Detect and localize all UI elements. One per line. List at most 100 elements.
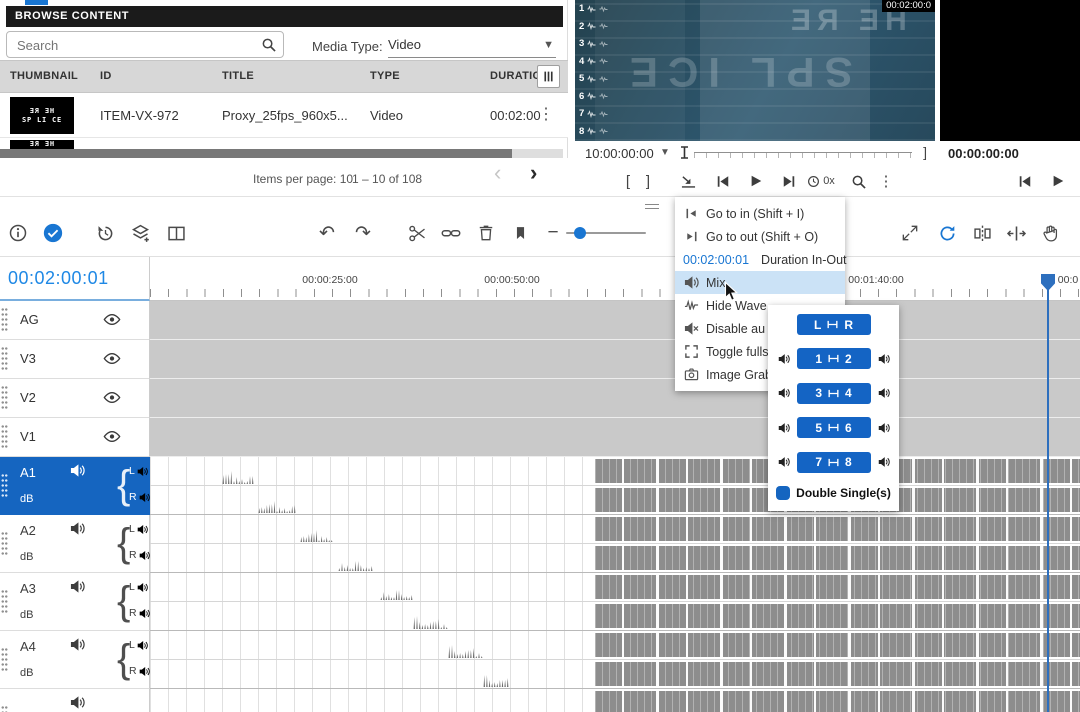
track-header-A1[interactable]: A1dB{ L R xyxy=(0,457,150,515)
track-drag-handle[interactable] xyxy=(1,385,8,411)
previous-frame-button[interactable] xyxy=(711,169,735,193)
track-header-partial[interactable] xyxy=(0,689,150,712)
history-icon[interactable] xyxy=(92,220,118,246)
speaker-icon[interactable] xyxy=(139,608,150,619)
audio-sublane[interactable] xyxy=(150,573,1080,602)
speaker-icon[interactable] xyxy=(878,387,890,399)
horizontal-scrollbar[interactable] xyxy=(0,149,563,158)
undo-icon[interactable]: ↶ xyxy=(314,220,340,246)
more-options-button[interactable]: ⋮ xyxy=(874,169,898,193)
speaker-icon[interactable] xyxy=(139,550,150,561)
eye-icon[interactable] xyxy=(103,391,121,404)
menu-item-go-to-in[interactable]: Go to in (Shift + I) xyxy=(675,202,845,225)
scrub-bar[interactable]: ] xyxy=(680,144,927,162)
play-button[interactable] xyxy=(744,169,768,193)
play-button[interactable] xyxy=(1046,169,1070,193)
speaker-icon[interactable] xyxy=(778,387,790,399)
mark-out-button[interactable]: ] xyxy=(636,169,660,193)
speaker-icon[interactable] xyxy=(137,524,148,535)
speaker-icon[interactable] xyxy=(70,579,85,594)
previous-frame-button[interactable] xyxy=(1013,169,1037,193)
add-layers-icon[interactable] xyxy=(127,220,153,246)
track-lane-A1[interactable] xyxy=(150,457,1080,515)
mix-pair-button-7-8[interactable]: 7 8 xyxy=(797,452,871,473)
track-header-AG[interactable]: AG xyxy=(0,301,150,340)
audio-sublane[interactable] xyxy=(150,631,1080,660)
speaker-icon[interactable] xyxy=(70,463,85,478)
eye-icon[interactable] xyxy=(103,313,121,326)
thumbnail-partial[interactable]: HE RE xyxy=(10,140,74,149)
track-lane-V3[interactable] xyxy=(150,340,1080,379)
col-type[interactable]: TYPE xyxy=(370,61,400,92)
marker-icon[interactable] xyxy=(507,220,533,246)
track-drag-handle[interactable] xyxy=(1,424,8,450)
audio-clip-blocks[interactable] xyxy=(595,633,1080,657)
track-drag-handle[interactable] xyxy=(1,346,8,372)
track-lane-partial[interactable] xyxy=(150,689,1080,712)
media-type-select[interactable]: Video ▼ xyxy=(388,33,556,58)
track-lane-A2[interactable] xyxy=(150,515,1080,573)
track-lane-A3[interactable] xyxy=(150,573,1080,631)
track-lane-V2[interactable] xyxy=(150,379,1080,418)
double-singles-option[interactable]: Double Single(s) xyxy=(776,486,891,500)
pan-hand-icon[interactable] xyxy=(1037,220,1063,246)
speaker-icon[interactable] xyxy=(778,353,790,365)
speaker-icon[interactable] xyxy=(139,492,150,503)
zoom-out-icon[interactable]: − xyxy=(540,220,566,246)
speaker-icon[interactable] xyxy=(778,456,790,468)
speaker-icon[interactable] xyxy=(70,695,85,710)
track-header-V1[interactable]: V1 xyxy=(0,418,150,457)
audio-clip-blocks[interactable] xyxy=(595,517,1080,541)
audio-clip-blocks[interactable] xyxy=(595,691,1080,712)
audio-clip-blocks[interactable] xyxy=(595,662,1080,686)
mix-pair-button-1-2[interactable]: 1 2 xyxy=(797,348,871,369)
insert-clip-button[interactable] xyxy=(676,169,700,193)
track-header-A3[interactable]: A3dB{ L R xyxy=(0,573,150,631)
expand-icon[interactable] xyxy=(897,220,923,246)
trim-icon[interactable] xyxy=(1003,220,1029,246)
speaker-icon[interactable] xyxy=(137,640,148,651)
cut-icon[interactable] xyxy=(404,220,430,246)
mix-pair-button-L-R[interactable]: L R xyxy=(797,314,871,335)
track-drag-handle[interactable] xyxy=(1,705,8,712)
track-header-V3[interactable]: V3 xyxy=(0,340,150,379)
search-icon[interactable] xyxy=(261,37,276,52)
split-view-icon[interactable] xyxy=(163,220,189,246)
audio-sublane[interactable] xyxy=(150,660,1080,688)
track-drag-handle[interactable] xyxy=(1,647,8,673)
record-timecode[interactable]: 00:00:00:00 xyxy=(948,146,1019,161)
zoom-slider[interactable] xyxy=(566,232,646,234)
loop-icon[interactable] xyxy=(934,220,960,246)
audio-sublane[interactable] xyxy=(150,486,1080,514)
chevron-down-icon[interactable]: ▼ xyxy=(660,147,670,158)
source-video-viewport[interactable]: 1 2 3 4 5 6 7 xyxy=(575,0,935,141)
info-icon[interactable] xyxy=(5,220,31,246)
next-page-button[interactable]: › xyxy=(530,160,537,186)
speaker-icon[interactable] xyxy=(137,466,148,477)
track-drag-handle[interactable] xyxy=(1,307,8,333)
timeline-ruler[interactable]: 00:00:25:0000:00:50:0000:01:40:0000:0 xyxy=(150,257,1080,301)
speaker-icon[interactable] xyxy=(878,353,890,365)
track-header-A2[interactable]: A2dB{ L R xyxy=(0,515,150,573)
audio-sublane[interactable] xyxy=(150,544,1080,572)
audio-clip-blocks[interactable] xyxy=(595,604,1080,628)
zoom-slider-thumb[interactable] xyxy=(574,227,586,239)
column-settings-button[interactable] xyxy=(537,65,560,88)
playback-speed-button[interactable]: 0x xyxy=(803,169,839,193)
menu-item-duration-in-out[interactable]: 00:02:00:01 Duration In-Out xyxy=(675,248,845,271)
audio-sublane[interactable] xyxy=(150,689,1080,712)
speaker-icon[interactable] xyxy=(137,582,148,593)
track-header-V2[interactable]: V2 xyxy=(0,379,150,418)
speaker-icon[interactable] xyxy=(778,422,790,434)
scrub-track[interactable] xyxy=(694,152,912,158)
table-row[interactable]: HE RE SP LI CE ITEM-VX-972 Proxy_25fps_9… xyxy=(0,93,568,138)
track-drag-handle[interactable] xyxy=(1,531,8,557)
speaker-icon[interactable] xyxy=(70,521,85,536)
scrub-playhead-handle[interactable] xyxy=(680,146,689,159)
speaker-icon[interactable] xyxy=(878,456,890,468)
delete-icon[interactable] xyxy=(473,220,499,246)
thumbnail[interactable]: HE RE SP LI CE xyxy=(10,97,74,134)
track-drag-handle[interactable] xyxy=(1,589,8,615)
track-lane-AG[interactable] xyxy=(150,301,1080,340)
col-id[interactable]: ID xyxy=(100,61,112,92)
